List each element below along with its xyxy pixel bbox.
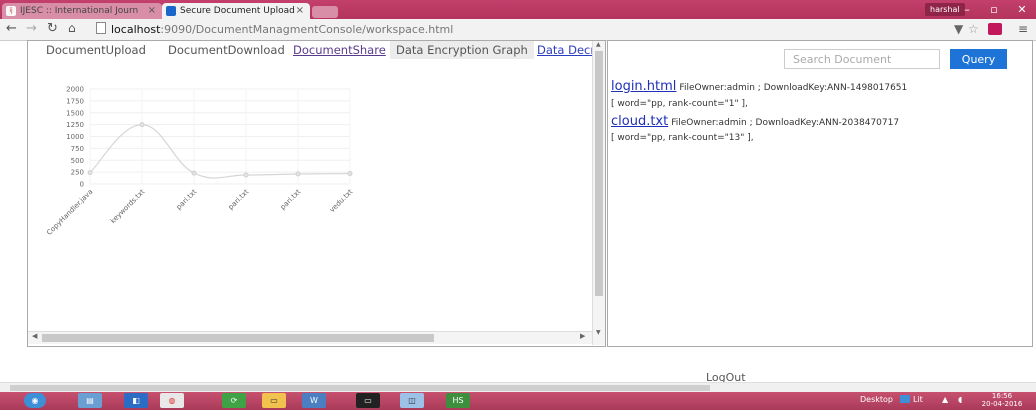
result-item: cloud.txt FileOwner:admin ; DownloadKey:A… xyxy=(611,114,899,129)
y-axis-ticks: 0 250 500 750 1000 1250 1500 1750 2000 xyxy=(66,86,84,189)
close-tab-icon[interactable]: × xyxy=(296,3,304,19)
y-tick-label: 1500 xyxy=(66,109,84,117)
result-file-link[interactable]: login.html xyxy=(611,79,676,94)
x-tick-label: pari.txt xyxy=(279,188,303,212)
y-tick-label: 750 xyxy=(71,145,84,153)
desktop-label[interactable]: Desktop xyxy=(860,395,893,404)
x-tick-label: vedu.txt xyxy=(328,188,354,214)
series-points xyxy=(87,122,353,178)
taskbar: ◉ ▤ ◧ ◍ ⟳ ▭ W ▭ ◫ HS Desktop Lit ▲ ◖ 16:… xyxy=(0,392,1036,410)
left-panel: DocumentUpload DocumentDownload Document… xyxy=(27,40,606,347)
y-tick-label: 500 xyxy=(71,157,84,165)
result-file-link[interactable]: cloud.txt xyxy=(611,114,668,129)
left-panel-vertical-scrollbar[interactable]: ▲ ▼ xyxy=(592,41,605,345)
clock-date: 20-04-2016 xyxy=(981,400,1023,408)
y-tick-label: 2000 xyxy=(66,86,84,94)
result-meta: FileOwner:admin ; DownloadKey:ANN-149801… xyxy=(679,83,908,93)
url-path: :9090/DocumentManagmentConsole/workspace… xyxy=(160,23,454,36)
query-button[interactable]: Query xyxy=(950,49,1007,69)
y-tick-label: 250 xyxy=(71,169,84,177)
x-tick-label: CopyHandler.java xyxy=(45,188,94,237)
new-tab-button[interactable] xyxy=(312,6,338,18)
extension-badge-icon[interactable] xyxy=(988,23,1002,35)
lit-label[interactable]: Lit xyxy=(913,395,923,404)
speaker-icon[interactable]: ◖ xyxy=(958,395,962,404)
folder-icon[interactable]: ▭ xyxy=(262,393,286,408)
page-icon xyxy=(96,22,106,34)
data-point xyxy=(347,171,353,177)
start-button-icon[interactable]: ◉ xyxy=(24,393,46,408)
result-keyword: [ word="pp, rank-count="13" ], xyxy=(611,133,754,143)
taskbar-clock[interactable]: 16:56 20-04-2016 xyxy=(978,392,1026,408)
scroll-thumb[interactable] xyxy=(595,51,603,296)
data-point xyxy=(87,170,93,176)
menu-icon[interactable]: ≡ xyxy=(1018,22,1028,36)
close-tab-icon[interactable]: × xyxy=(148,3,156,19)
data-point xyxy=(139,122,145,128)
tab-document-upload[interactable]: DocumentUpload xyxy=(46,41,146,59)
data-point xyxy=(243,172,249,178)
browser-toolbar: ← → ↻ ⌂ localhost:9090/DocumentManagment… xyxy=(0,19,1036,41)
browser-tab-label: IJESC :: International Journ xyxy=(20,6,139,16)
upload-favicon-icon xyxy=(166,6,176,16)
scroll-up-icon[interactable]: ▲ xyxy=(596,41,601,48)
search-document-input[interactable] xyxy=(784,49,940,69)
left-panel-horizontal-scrollbar[interactable]: ◀ ▶ xyxy=(28,331,592,344)
ijesc-favicon-icon: ij xyxy=(6,6,16,16)
scroll-thumb[interactable] xyxy=(42,334,434,342)
workspace-tabs: DocumentUpload DocumentDownload Document… xyxy=(28,41,593,59)
browser-tab-ijesc[interactable]: ij IJESC :: International Journ × xyxy=(2,3,162,19)
tab-document-download[interactable]: DocumentDownload xyxy=(168,41,285,59)
y-tick-label: 1000 xyxy=(66,133,84,141)
right-panel: Query login.htmlFileOwner:admin ; Downlo… xyxy=(607,40,1033,347)
y-tick-label: 1250 xyxy=(66,121,84,129)
clock-time: 16:56 xyxy=(991,392,1013,400)
scroll-left-icon[interactable]: ◀ xyxy=(32,332,37,340)
x-axis-ticks: CopyHandler.java keywords.txt pari.txt pari… xyxy=(45,188,354,237)
chrome-icon[interactable]: ◍ xyxy=(160,393,184,408)
app-green-icon[interactable]: ⟳ xyxy=(222,393,246,408)
hs-app-icon[interactable]: HS xyxy=(446,393,470,408)
filter-extension-icon[interactable]: ▼ xyxy=(954,22,963,36)
forward-arrow-icon[interactable]: → xyxy=(26,21,37,36)
result-item: login.html FileOwner:admin ; DownloadKey:… xyxy=(611,79,907,94)
y-tick-label: 1750 xyxy=(66,97,84,105)
scroll-right-icon[interactable]: ▶ xyxy=(580,332,585,340)
address-bar[interactable]: localhost:9090/DocumentManagmentConsole/… xyxy=(96,22,453,38)
home-icon[interactable]: ⌂ xyxy=(68,21,76,35)
network-icon[interactable]: ◫ xyxy=(400,393,424,408)
x-tick-label: pari.txt xyxy=(175,188,199,212)
chevron-up-icon[interactable]: ▲ xyxy=(942,395,948,404)
tab-data-decryption[interactable]: Data Decr xyxy=(537,41,593,59)
maximize-icon[interactable]: ▫ xyxy=(982,2,1006,17)
bookmark-star-icon[interactable]: ☆ xyxy=(968,22,979,36)
tab-document-share[interactable]: DocumentShare xyxy=(293,41,386,59)
close-window-icon[interactable]: ✕ xyxy=(1010,2,1034,17)
tab-data-encryption-graph[interactable]: Data Encryption Graph xyxy=(390,41,534,59)
browser-tab-secure-upload[interactable]: Secure Document Upload × xyxy=(162,3,310,19)
minimize-icon[interactable]: – xyxy=(955,2,979,17)
explorer-icon[interactable]: ◧ xyxy=(124,393,148,408)
word-icon[interactable]: W xyxy=(302,393,326,408)
x-tick-label: keywords.txt xyxy=(109,188,147,226)
file-icon[interactable]: ▤ xyxy=(78,393,102,408)
data-point xyxy=(295,171,301,177)
encryption-line-chart: 0 250 500 750 1000 1250 1500 1750 2000 CopyHandl… xyxy=(45,86,354,237)
lit-tray-icon[interactable] xyxy=(900,395,910,403)
browser-titlebar: ij IJESC :: International Journ × Secure… xyxy=(0,0,1036,19)
scroll-down-icon[interactable]: ▼ xyxy=(596,329,601,336)
result-keyword: [ word="pp, rank-count="1" ], xyxy=(611,99,748,109)
reload-icon[interactable]: ↻ xyxy=(47,21,58,36)
result-meta: FileOwner:admin ; DownloadKey:ANN-203847… xyxy=(671,118,900,128)
back-arrow-icon[interactable]: ← xyxy=(6,21,17,36)
url-host: localhost xyxy=(111,23,161,36)
series-line xyxy=(89,124,351,179)
data-point xyxy=(191,170,197,176)
scroll-thumb[interactable] xyxy=(10,385,710,391)
chart-grid xyxy=(89,88,351,185)
y-tick-label: 0 xyxy=(80,181,84,189)
x-tick-label: pari.txt xyxy=(227,188,251,212)
terminal-icon[interactable]: ▭ xyxy=(356,393,380,408)
browser-tab-label: Secure Document Upload xyxy=(180,6,295,16)
